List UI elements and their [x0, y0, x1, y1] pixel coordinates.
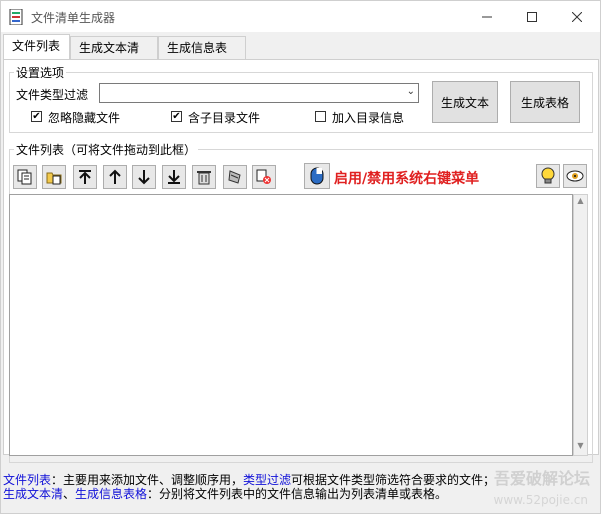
watermark-main: 吾爱破解论坛: [493, 469, 590, 488]
mouse-icon: [310, 167, 324, 185]
add-dir-info-label: 加入目录信息: [332, 111, 405, 125]
generate-text-button[interactable]: 生成文本: [432, 81, 498, 123]
help-line-2: 生成文本清、生成信息表格：分别将文件列表中的文件信息输出为列表清单或表格。: [3, 485, 447, 502]
listbox-scrollbar[interactable]: ▲ ▼: [573, 194, 588, 456]
move-top-button[interactable]: [73, 165, 97, 189]
move-up-icon: [109, 169, 121, 184]
delete-icon: [197, 171, 211, 185]
clear-button[interactable]: [223, 165, 247, 189]
context-menu-toggle-button[interactable]: [304, 163, 330, 189]
close-icon: [571, 11, 582, 22]
title-bar: 文件清单生成器: [1, 1, 600, 32]
remove-button[interactable]: [252, 165, 276, 189]
minimize-icon: [481, 16, 492, 17]
watermark-url: www.52pojie.cn: [493, 493, 588, 507]
tab-text-list[interactable]: 生成文本清单: [70, 36, 158, 78]
maximize-icon: [526, 11, 537, 22]
delete-button[interactable]: [192, 165, 216, 189]
generate-table-button[interactable]: 生成表格: [510, 81, 580, 123]
about-button[interactable]: [563, 164, 587, 188]
chevron-down-icon: ⌄: [406, 86, 415, 97]
scroll-down-icon[interactable]: ▼: [574, 441, 587, 454]
include-subdir-checkbox[interactable]: ✔: [171, 111, 182, 122]
tip-button[interactable]: [536, 164, 560, 188]
clear-icon: [228, 170, 241, 184]
scroll-up-icon[interactable]: ▲: [574, 196, 587, 209]
move-bottom-icon: [168, 170, 180, 184]
window-title: 文件清单生成器: [31, 11, 116, 25]
move-up-button[interactable]: [103, 165, 127, 189]
paste-folder-button[interactable]: [42, 165, 66, 189]
filter-label: 文件类型过滤: [16, 88, 89, 102]
copy-button[interactable]: [13, 165, 37, 189]
ignore-hidden-label: 忽略隐藏文件: [48, 111, 121, 125]
include-subdir-label: 含子目录文件: [188, 111, 261, 125]
move-bottom-button[interactable]: [162, 165, 186, 189]
help-sep: 、: [63, 487, 76, 501]
help-text-3: ：分别将文件列表中的文件信息输出为列表清单或表格。: [147, 487, 448, 501]
copy-icon: [17, 169, 32, 185]
move-top-icon: [79, 170, 91, 184]
context-menu-label[interactable]: 启用/禁用系统右键菜单: [334, 168, 479, 188]
settings-legend: 设置选项: [16, 66, 65, 80]
tab-info-table[interactable]: 生成信息表格: [158, 36, 246, 78]
add-dir-info-checkbox[interactable]: [315, 111, 326, 122]
help-text-list-term: 生成文本清: [3, 487, 64, 501]
app-icon: [9, 9, 23, 25]
app-window: 文件清单生成器 文件列表 生成文本清单 生成信息表格 设置选项 文件类型过滤 ⌄…: [0, 0, 601, 514]
help-info-table-term: 生成信息表格: [75, 487, 148, 501]
file-listbox[interactable]: [9, 194, 573, 456]
move-down-icon: [138, 170, 150, 185]
filelist-legend: 文件列表（可将文件拖动到此框）: [16, 143, 197, 157]
close-button[interactable]: [554, 1, 599, 32]
lightbulb-icon: [541, 167, 555, 184]
remove-icon: [256, 169, 271, 184]
ignore-hidden-checkbox[interactable]: ✔: [31, 111, 42, 122]
move-down-button[interactable]: [132, 165, 156, 189]
paste-folder-icon: [46, 172, 62, 185]
filter-combobox[interactable]: ⌄: [99, 83, 419, 103]
tab-file-list[interactable]: 文件列表: [3, 34, 70, 59]
minimize-button[interactable]: [464, 1, 509, 32]
maximize-button[interactable]: [509, 1, 554, 32]
eye-icon: [566, 170, 584, 182]
